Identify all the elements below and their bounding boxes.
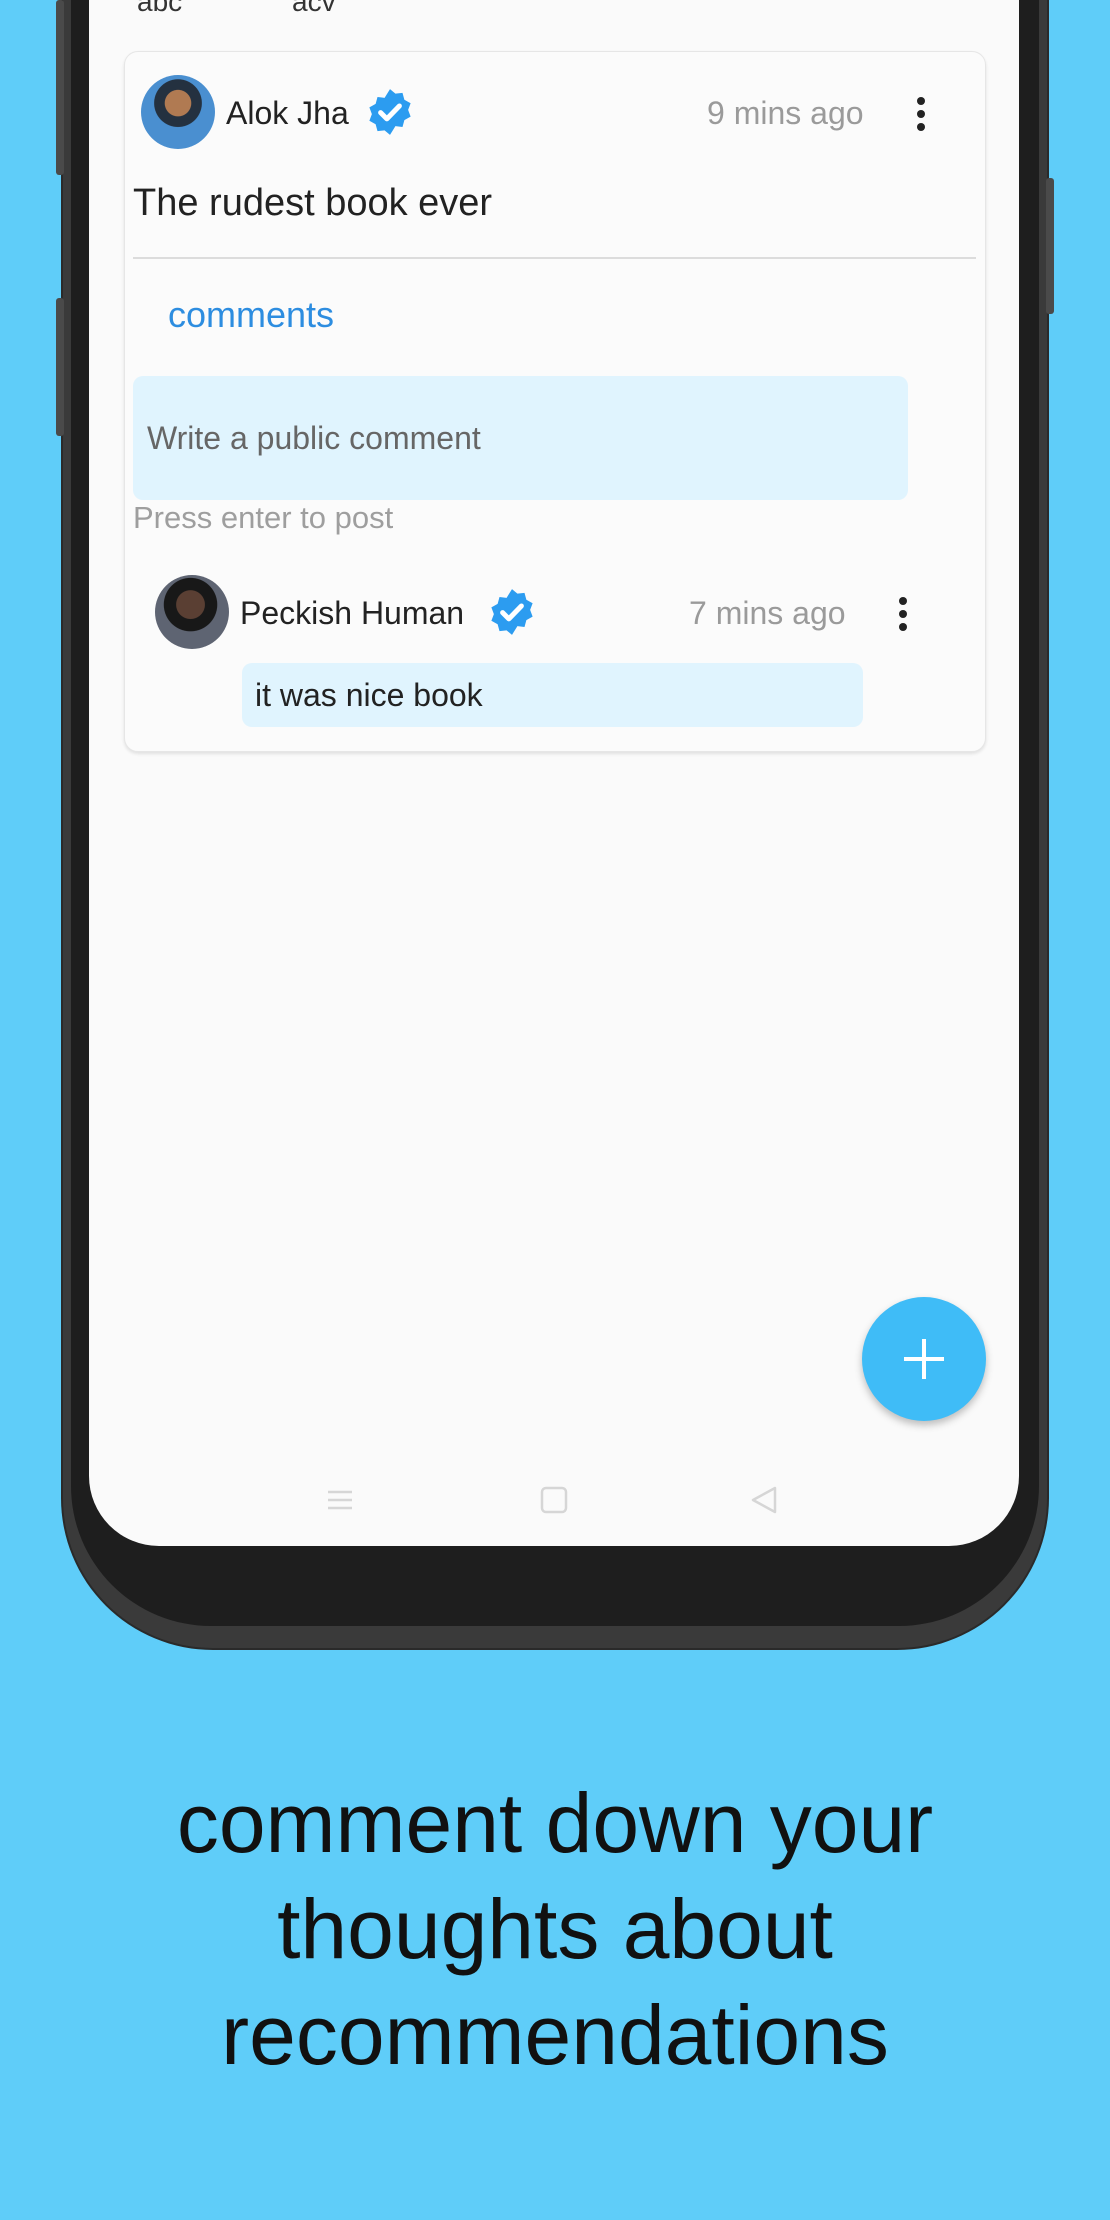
- verified-badge-icon: [491, 589, 533, 635]
- comment-timestamp: 7 mins ago: [689, 595, 846, 631]
- divider: [133, 257, 976, 259]
- top-label: acv: [292, 0, 336, 17]
- add-button[interactable]: [862, 1297, 986, 1421]
- top-label: abc: [137, 0, 183, 17]
- comment-body: it was nice book: [242, 663, 863, 727]
- caption-line: thoughts about: [277, 1882, 833, 1976]
- post-timestamp: 9 mins ago: [707, 95, 864, 131]
- app-screen: abc acv Alok Jha 9 mins ago The rudest b…: [89, 0, 1019, 1546]
- avatar[interactable]: [141, 75, 215, 149]
- caption-line: comment down your: [176, 1776, 934, 1870]
- verified-badge-icon: [369, 89, 411, 135]
- nav-menu-icon[interactable]: [325, 1485, 355, 1515]
- promo-caption: comment down your thoughts about recomme…: [0, 1770, 1110, 2088]
- more-vert-icon[interactable]: [913, 97, 929, 137]
- post-body: The rudest book ever: [133, 182, 493, 224]
- system-nav-bar: [89, 1470, 1019, 1530]
- phone-side-button: [1046, 178, 1054, 314]
- comment-author-name[interactable]: Peckish Human: [240, 595, 464, 632]
- more-vert-icon[interactable]: [895, 597, 911, 637]
- post-card: Alok Jha 9 mins ago The rudest book ever…: [124, 51, 986, 752]
- comment-input[interactable]: Write a public comment: [133, 376, 908, 500]
- caption-line: recommendations: [221, 1988, 889, 2082]
- nav-home-icon[interactable]: [539, 1485, 569, 1515]
- avatar[interactable]: [155, 575, 229, 649]
- phone-side-button: [56, 298, 64, 436]
- comments-link[interactable]: comments: [168, 294, 334, 336]
- post-hint: Press enter to post: [133, 500, 394, 535]
- nav-back-icon[interactable]: [749, 1485, 779, 1515]
- post-author-name[interactable]: Alok Jha: [226, 95, 349, 132]
- phone-side-button: [56, 0, 64, 175]
